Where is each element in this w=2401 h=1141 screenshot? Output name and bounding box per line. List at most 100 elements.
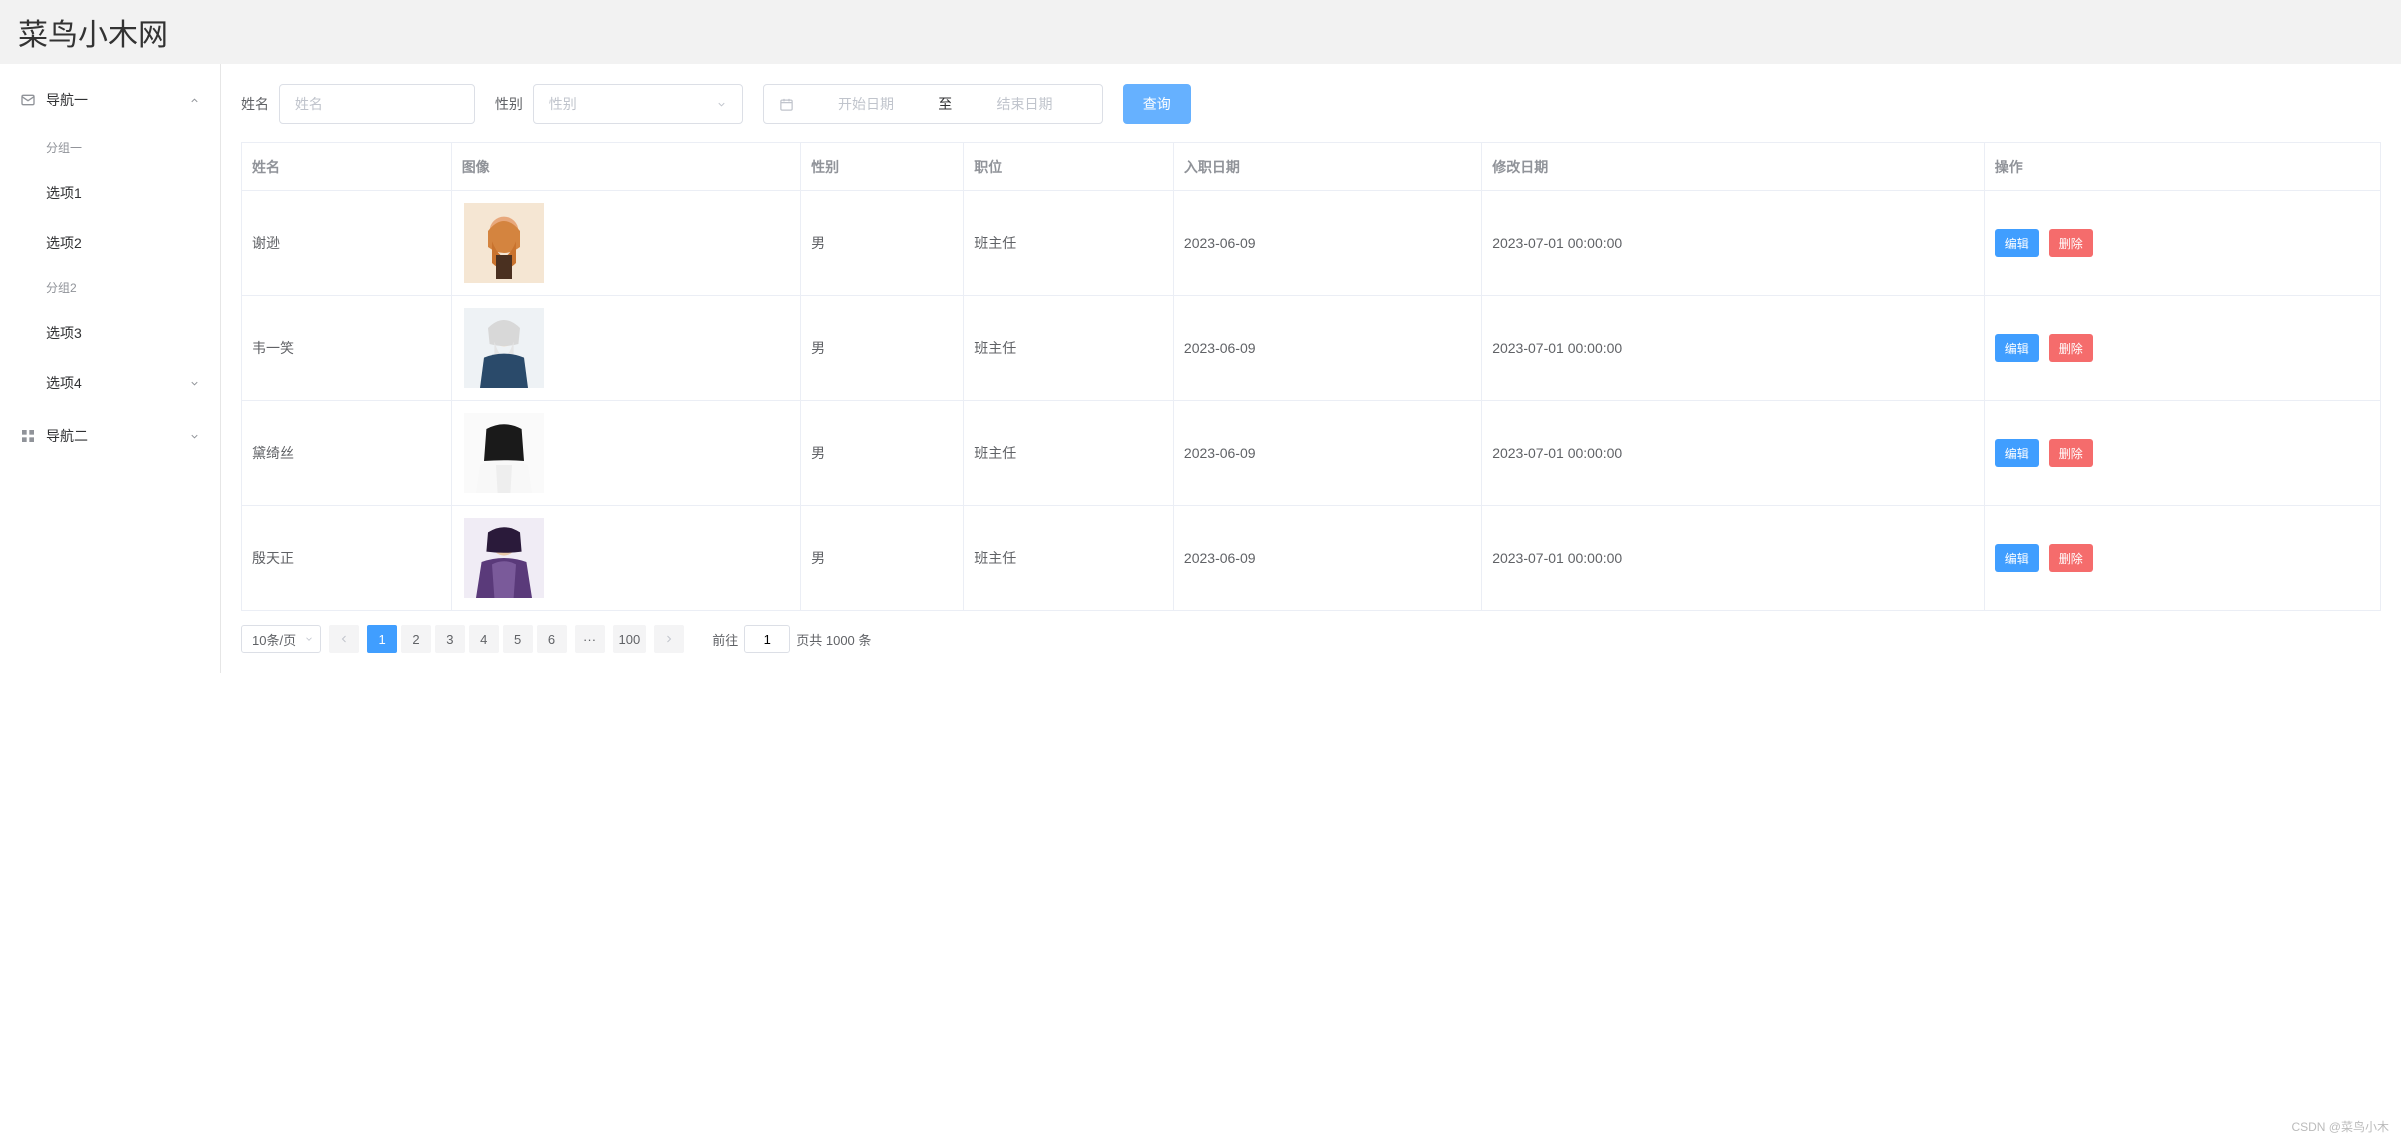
edit-button[interactable]: 编辑 — [1995, 334, 2039, 362]
sidebar-item-opt4[interactable]: 选项4 — [0, 358, 220, 408]
date-separator: 至 — [938, 94, 952, 114]
chevron-down-icon — [189, 378, 200, 389]
pagination: 10条/页 1 2 3 4 5 6 ··· 100 前往 页共 1000 条 — [241, 625, 2381, 653]
calendar-icon — [779, 97, 794, 112]
table-row: 黛绮丝男班主任2023-06-092023-07-01 00:00:00编辑删除 — [242, 401, 2381, 506]
delete-button[interactable]: 删除 — [2049, 229, 2093, 257]
cell-ops: 编辑删除 — [1984, 191, 2380, 296]
page-last[interactable]: 100 — [613, 625, 647, 653]
avatar-image — [462, 518, 546, 598]
jump-input[interactable] — [744, 625, 790, 653]
cell-ops: 编辑删除 — [1984, 506, 2380, 611]
cell-modify: 2023-07-01 00:00:00 — [1482, 191, 1985, 296]
gender-label: 性别 — [495, 96, 523, 112]
edit-button[interactable]: 编辑 — [1995, 439, 2039, 467]
cell-gender: 男 — [801, 506, 964, 611]
cell-modify: 2023-07-01 00:00:00 — [1482, 506, 1985, 611]
grid-icon — [20, 428, 36, 444]
gender-select[interactable]: 性别 — [533, 84, 743, 124]
cell-name: 谢逊 — [242, 191, 452, 296]
sidebar-item-opt3[interactable]: 选项3 — [0, 308, 220, 358]
filter-bar: 姓名 性别 性别 开始日期 至 结束日期 查询 — [241, 84, 2381, 124]
cell-name: 韦一笑 — [242, 296, 452, 401]
cell-ops: 编辑删除 — [1984, 401, 2380, 506]
th-position: 职位 — [964, 143, 1174, 191]
cell-position: 班主任 — [964, 191, 1174, 296]
name-label: 姓名 — [241, 96, 269, 112]
cell-gender: 男 — [801, 296, 964, 401]
sidebar-group1: 分组一 — [0, 128, 220, 168]
sidebar-item-opt2[interactable]: 选项2 — [0, 218, 220, 268]
mail-icon — [20, 92, 36, 108]
edit-button[interactable]: 编辑 — [1995, 544, 2039, 572]
delete-button[interactable]: 删除 — [2049, 544, 2093, 572]
cell-avatar — [451, 191, 800, 296]
th-ops: 操作 — [1984, 143, 2380, 191]
sidebar-nav2[interactable]: 导航二 — [0, 408, 220, 464]
page-size-label: 10条/页 — [252, 630, 296, 649]
th-modify: 修改日期 — [1482, 143, 1985, 191]
sidebar-nav1-label: 导航一 — [46, 90, 88, 110]
cell-modify: 2023-07-01 00:00:00 — [1482, 296, 1985, 401]
start-date-placeholder: 开始日期 — [804, 94, 929, 114]
cell-join: 2023-06-09 — [1173, 191, 1481, 296]
main-content: 姓名 性别 性别 开始日期 至 结束日期 查询 — [221, 64, 2401, 673]
jump-prefix: 前往 — [712, 630, 738, 649]
layout: 导航一 分组一 选项1 选项2 分组2 选项3 选项4 导航二 — [0, 64, 2401, 673]
page-header: 菜鸟小木网 — [0, 0, 2401, 64]
cell-join: 2023-06-09 — [1173, 401, 1481, 506]
cell-gender: 男 — [801, 191, 964, 296]
sidebar: 导航一 分组一 选项1 选项2 分组2 选项3 选项4 导航二 — [0, 64, 221, 673]
cell-name: 黛绮丝 — [242, 401, 452, 506]
cell-join: 2023-06-09 — [1173, 506, 1481, 611]
next-page-button[interactable] — [654, 625, 684, 653]
cell-position: 班主任 — [964, 401, 1174, 506]
delete-button[interactable]: 删除 — [2049, 334, 2093, 362]
page-number-4[interactable]: 4 — [469, 625, 499, 653]
page-size-select[interactable]: 10条/页 — [241, 625, 321, 653]
query-button[interactable]: 查询 — [1123, 84, 1191, 124]
name-input[interactable] — [279, 84, 475, 124]
cell-join: 2023-06-09 — [1173, 296, 1481, 401]
sidebar-group2: 分组2 — [0, 268, 220, 308]
page-number-6[interactable]: 6 — [537, 625, 567, 653]
cell-ops: 编辑删除 — [1984, 296, 2380, 401]
filter-name: 姓名 — [241, 84, 475, 124]
table-row: 谢逊男班主任2023-06-092023-07-01 00:00:00编辑删除 — [242, 191, 2381, 296]
page-number-1[interactable]: 1 — [367, 625, 397, 653]
page-jump: 前往 页共 1000 条 — [712, 625, 871, 653]
watermark: CSDN @菜鸟小木 — [2291, 1118, 2389, 1135]
page-number-3[interactable]: 3 — [435, 625, 465, 653]
sidebar-nav2-label: 导航二 — [46, 426, 88, 446]
avatar-image — [462, 308, 546, 388]
page-ellipsis[interactable]: ··· — [575, 625, 605, 653]
cell-gender: 男 — [801, 401, 964, 506]
chevron-down-icon — [189, 95, 200, 106]
site-title: 菜鸟小木网 — [18, 19, 168, 52]
page-number-5[interactable]: 5 — [503, 625, 533, 653]
th-join: 入职日期 — [1173, 143, 1481, 191]
cell-position: 班主任 — [964, 506, 1174, 611]
cell-position: 班主任 — [964, 296, 1174, 401]
end-date-placeholder: 结束日期 — [962, 94, 1087, 114]
table-row: 韦一笑男班主任2023-06-092023-07-01 00:00:00编辑删除 — [242, 296, 2381, 401]
avatar-image — [462, 203, 546, 283]
cell-avatar — [451, 506, 800, 611]
table-row: 殷天正男班主任2023-06-092023-07-01 00:00:00编辑删除 — [242, 506, 2381, 611]
cell-avatar — [451, 401, 800, 506]
cell-modify: 2023-07-01 00:00:00 — [1482, 401, 1985, 506]
th-gender: 性别 — [801, 143, 964, 191]
chevron-down-icon — [189, 431, 200, 442]
sidebar-item-opt1[interactable]: 选项1 — [0, 168, 220, 218]
gender-placeholder: 性别 — [549, 94, 577, 114]
date-range-picker[interactable]: 开始日期 至 结束日期 — [763, 84, 1103, 124]
chevron-down-icon — [716, 99, 727, 110]
filter-gender: 性别 性别 — [495, 84, 743, 124]
delete-button[interactable]: 删除 — [2049, 439, 2093, 467]
edit-button[interactable]: 编辑 — [1995, 229, 2039, 257]
page-number-2[interactable]: 2 — [401, 625, 431, 653]
sidebar-nav1[interactable]: 导航一 — [0, 72, 220, 128]
table-header-row: 姓名 图像 性别 职位 入职日期 修改日期 操作 — [242, 143, 2381, 191]
th-name: 姓名 — [242, 143, 452, 191]
prev-page-button[interactable] — [329, 625, 359, 653]
